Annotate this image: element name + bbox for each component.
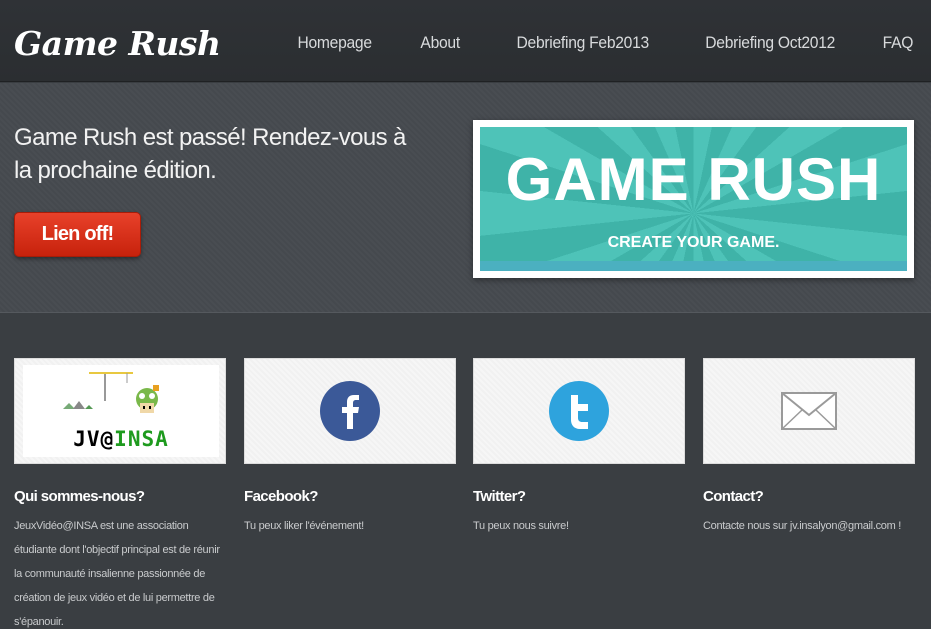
jv-insa-logo-text: JV@INSA: [23, 427, 219, 451]
hero-section: Game Rush est passé! Rendez-vous à la pr…: [0, 83, 931, 313]
nav-debriefing-oct2012[interactable]: Debriefing Oct2012: [705, 33, 835, 53]
card-title-twitter: Twitter?: [473, 488, 526, 505]
crane-mushroom-icon: [63, 372, 159, 413]
nav-about[interactable]: About: [420, 33, 460, 53]
site-logo[interactable]: Game Rush: [14, 24, 221, 63]
site-header: Game Rush Homepage About Debriefing Feb2…: [0, 0, 931, 82]
card-image-twitter[interactable]: [473, 358, 685, 464]
lien-off-button[interactable]: Lien off!: [14, 212, 141, 257]
jv-insa-logo: JV@INSA: [23, 365, 219, 457]
card-text-twitter: Tu peux nous suivre!: [473, 520, 569, 532]
card-about: JV@INSA Qui sommes-nous? JeuxVidéo@INSA …: [14, 358, 226, 629]
card-title-facebook: Facebook?: [244, 488, 318, 505]
nav-faq[interactable]: FAQ: [883, 33, 914, 53]
game-rush-banner: GAME RUSH CREATE YOUR GAME.: [473, 120, 914, 278]
card-text-facebook: Tu peux liker l'événement!: [244, 520, 364, 532]
banner-title: GAME RUSH: [505, 146, 882, 213]
mail-icon[interactable]: [780, 391, 838, 431]
facebook-icon[interactable]: [320, 381, 380, 441]
card-image-jv-insa[interactable]: JV@INSA: [14, 358, 226, 464]
card-image-facebook[interactable]: [244, 358, 456, 464]
twitter-icon[interactable]: [549, 381, 609, 441]
main-nav: Homepage About Debriefing Feb2013 Debrie…: [291, 33, 914, 53]
insa-logo-text-part: INSA: [114, 427, 169, 451]
hero-text: Game Rush est passé! Rendez-vous à la pr…: [14, 124, 406, 184]
card-title-contact: Contact?: [703, 488, 764, 505]
card-text-contact: Contacte nous sur jv.insalyon@gmail.com …: [703, 520, 901, 532]
jv-logo-text-part: JV@: [73, 427, 115, 451]
card-title-about: Qui sommes-nous?: [14, 488, 145, 505]
card-text-about: JeuxVidéo@INSA est une association étudi…: [14, 520, 220, 628]
banner-subtitle: CREATE YOUR GAME.: [607, 234, 780, 251]
card-image-contact[interactable]: [703, 358, 915, 464]
card-contact: Contact? Contacte nous sur jv.insalyon@g…: [703, 358, 915, 538]
nav-homepage[interactable]: Homepage: [298, 33, 373, 53]
nav-debriefing-feb2013[interactable]: Debriefing Feb2013: [516, 33, 649, 53]
card-twitter: Twitter? Tu peux nous suivre!: [473, 358, 685, 538]
card-facebook: Facebook? Tu peux liker l'événement!: [244, 358, 456, 538]
banner-image: GAME RUSH CREATE YOUR GAME.: [480, 127, 907, 271]
